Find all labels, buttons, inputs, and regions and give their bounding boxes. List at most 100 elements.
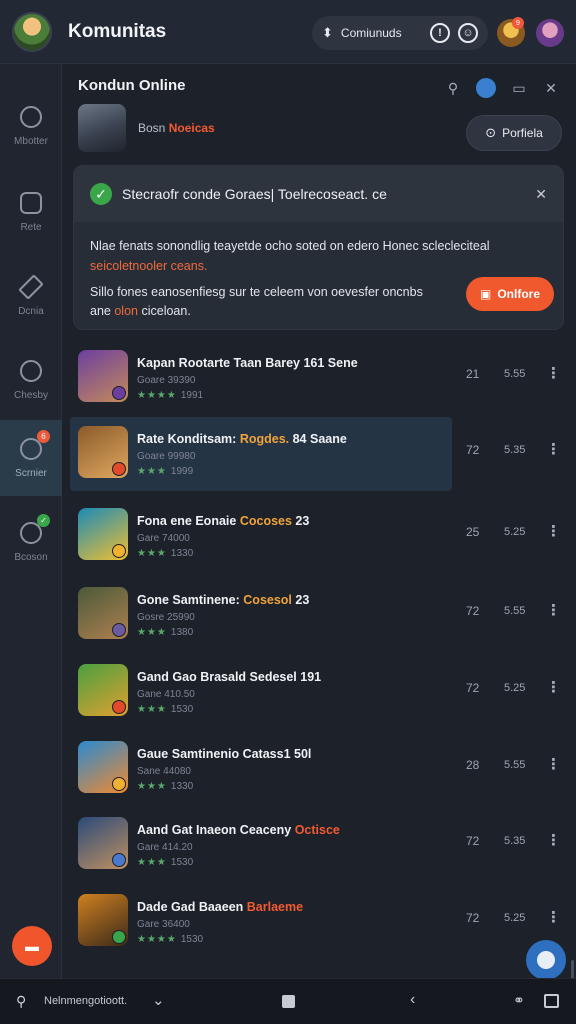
game-title: Kapan Rootarte Taan Barey 161 Sene <box>137 356 358 370</box>
rating-count: 1991 <box>180 390 204 401</box>
star-icon: ★★★ <box>137 627 167 638</box>
star-icon: ★★★ <box>137 466 167 477</box>
list-item[interactable]: Gand Gao Brasald Sedesel 191 Gane 410.50… <box>62 654 576 730</box>
game-title-tail: 23 <box>295 593 310 607</box>
game-badge-icon <box>112 544 126 558</box>
more-options-icon[interactable]: ⋮ <box>546 522 561 540</box>
list-item[interactable]: Kapan Rootarte Taan Barey 161 Sene Goare… <box>62 340 576 416</box>
rating-count: 1330 <box>170 781 194 792</box>
info-icon[interactable]: ! <box>430 23 450 43</box>
bottom-nav: ⚲ Nelnmengotioott. ⌄ ‹ ⚭ <box>0 978 576 1024</box>
avatar-icon[interactable] <box>476 78 496 98</box>
game-badge-icon <box>112 386 126 400</box>
more-options-icon[interactable]: ⋮ <box>546 678 561 696</box>
follow-button-label: Porfiela <box>502 126 543 140</box>
game-rating: ★★★ 1380 <box>137 627 193 638</box>
game-title-accent: Octisce <box>294 823 340 837</box>
game-title: Aand Gat Inaeon Ceaceny Octisce <box>137 823 340 837</box>
sidebar-item-1[interactable]: Rete <box>0 174 62 250</box>
message-icon <box>20 359 42 382</box>
chevron-down-icon[interactable]: ⌄ <box>152 991 165 1009</box>
more-options-icon[interactable]: ⋮ <box>546 364 561 382</box>
game-badge-icon <box>112 700 126 714</box>
more-options-icon[interactable]: ⋮ <box>546 755 561 773</box>
sidebar-item-label: Scrnier <box>15 467 47 479</box>
game-score: 5.25 <box>504 912 526 924</box>
rating-count: 1330 <box>170 548 194 559</box>
app-root: Komunitas ⬍ Comiunuds ! ☺ 9 Mbotter Rete… <box>0 0 576 1024</box>
star-icon: ★★★ <box>137 781 167 792</box>
collapse-icon[interactable]: ✕ <box>535 186 547 203</box>
list-item[interactable]: Fona ene Eonaie Cocoses 23 Gare 74000 ★★★ 1… <box>62 498 576 574</box>
online-button[interactable]: ▣ Onlfore <box>466 277 554 311</box>
game-title-text: Fona ene Eonaie <box>137 514 237 528</box>
hero-prefix: Bosn <box>138 121 166 135</box>
notification-card: ✓ Stecraofr conde Goraes| Toelrecoseact.… <box>73 165 564 330</box>
chat-bubble-icon <box>537 951 555 969</box>
notification-text-2-prefix: ane <box>90 304 111 318</box>
app-title: Komunitas <box>68 20 167 42</box>
game-players: 25 <box>466 525 480 539</box>
star-icon: ★★★ <box>137 704 167 715</box>
game-score: 5.55 <box>504 368 526 380</box>
brush-icon <box>18 273 44 300</box>
game-title-text: Gand Gao Brasald Sedesel 191 <box>137 670 322 684</box>
notification-header: ✓ Stecraofr conde Goraes| Toelrecoseact.… <box>74 166 563 222</box>
notification-badge: 9 <box>512 17 524 29</box>
list-item[interactable]: Gaue Samtinenio Catass1 50l Sane 44080 ★★… <box>62 731 576 807</box>
gear-icon <box>20 105 42 128</box>
sidebar-badge: 6 <box>37 430 50 443</box>
smiley-icon[interactable]: ☺ <box>458 23 478 43</box>
sidebar-item-0[interactable]: Mbotter <box>0 88 62 164</box>
list-item[interactable]: Rate Konditsam: Rogdes. 84 Saane Goare 99… <box>62 416 576 492</box>
sidebar-item-4[interactable]: Scrnier 6 <box>0 420 62 496</box>
game-subtitle: Goare 39390 <box>137 375 196 386</box>
game-title-highlight: Cocoses <box>239 514 292 528</box>
community-pill[interactable]: ⬍ Comiunuds ! ☺ <box>312 16 488 50</box>
bottom-search-label[interactable]: Nelnmengotioott. <box>44 995 127 1007</box>
game-players: 72 <box>466 604 480 618</box>
game-subtitle: Gare 36400 <box>137 919 190 930</box>
rating-count: 1530 <box>170 704 194 715</box>
more-options-icon[interactable]: ⋮ <box>546 908 561 926</box>
controller-button[interactable]: ▬ <box>12 926 52 966</box>
notification-text-2: Sillo fones eanosenfiesg sur te celeem v… <box>90 283 450 321</box>
top-bar: Komunitas <box>0 0 576 64</box>
list-item[interactable]: Dade Gad Baaeen Barlaeme Gare 36400 ★★★★ 15… <box>62 884 576 960</box>
mic-icon: ⬍ <box>322 25 333 40</box>
header-actions: ⚲ ▭ ✕ <box>444 78 560 98</box>
link-icon[interactable]: ⚭ <box>513 992 525 1009</box>
user-avatar[interactable] <box>536 19 564 47</box>
sidebar-item-3[interactable]: Chesby <box>0 342 62 418</box>
back-icon[interactable]: ‹ <box>410 991 415 1009</box>
home-square-icon[interactable] <box>282 995 295 1008</box>
game-rating: ★★★ 1330 <box>137 781 193 792</box>
sidebar-item-5[interactable]: Bcoson ✓ <box>0 504 62 580</box>
game-title: Dade Gad Baaeen Barlaeme <box>137 900 303 914</box>
window-icon[interactable]: ▭ <box>510 79 528 97</box>
game-subtitle: Sane 44080 <box>137 766 191 777</box>
game-players: 72 <box>466 681 480 695</box>
close-icon[interactable]: ✕ <box>542 79 560 97</box>
notification-text-1-highlight: seicoletnooler ceans. <box>90 259 208 273</box>
sidebar-item-2[interactable]: Dcnia <box>0 258 62 334</box>
follow-button[interactable]: ⊙ Porfiela <box>466 115 562 151</box>
list-item[interactable]: Aand Gat Inaeon Ceaceny Octisce Gare 414.… <box>62 807 576 883</box>
hero-highlight: Noeicas <box>168 121 215 135</box>
search-icon[interactable]: ⚲ <box>444 79 462 97</box>
game-title: Rate Konditsam: Rogdes. 84 Saane <box>137 432 347 446</box>
tab-switch-icon[interactable] <box>544 994 559 1008</box>
more-options-icon[interactable]: ⋮ <box>546 831 561 849</box>
game-title: Gand Gao Brasald Sedesel 191 <box>137 670 321 684</box>
scrollbar[interactable] <box>571 960 574 980</box>
list-item[interactable]: Gone Samtinene: Cosesol 23 Gosre 25990 ★★★… <box>62 577 576 653</box>
more-options-icon[interactable]: ⋮ <box>546 440 561 458</box>
game-badge-icon <box>112 623 126 637</box>
sidebar-item-label: Mbotter <box>14 135 48 147</box>
game-subtitle: Gane 410.50 <box>137 689 195 700</box>
chat-fab-button[interactable] <box>526 940 566 980</box>
search-icon[interactable]: ⚲ <box>16 993 26 1010</box>
online-button-label: Onlfore <box>497 287 540 301</box>
more-options-icon[interactable]: ⋮ <box>546 601 561 619</box>
profile-avatar[interactable] <box>12 11 52 52</box>
